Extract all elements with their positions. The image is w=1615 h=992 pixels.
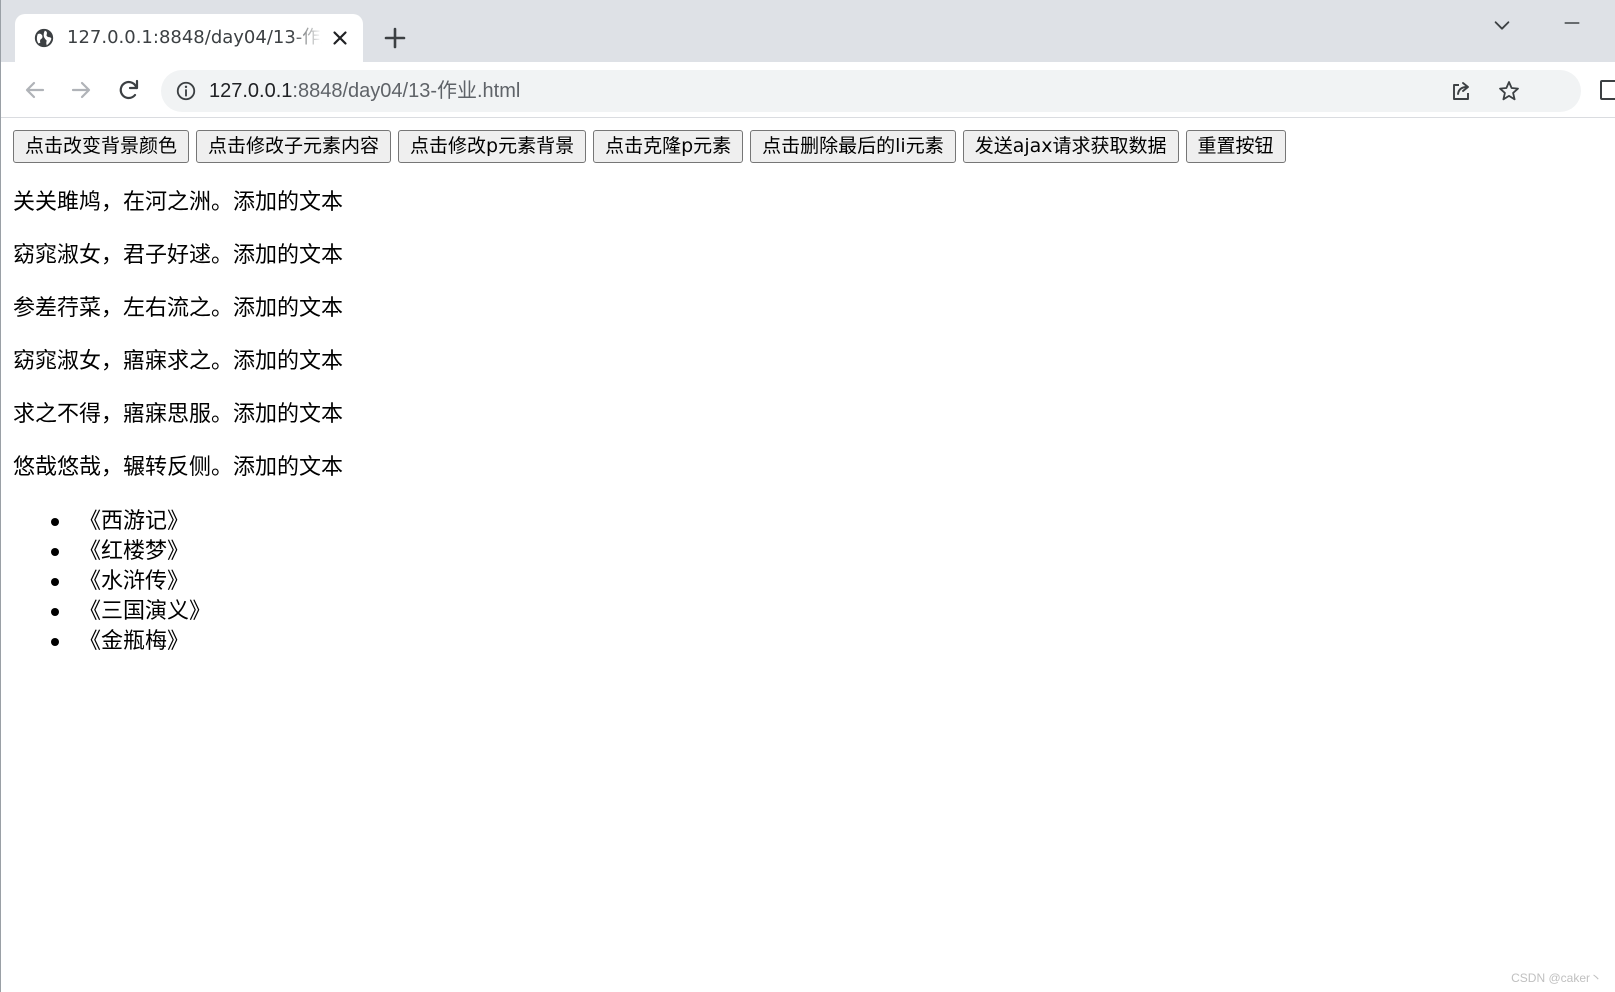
poem-line: 求之不得，寤寐思服。添加的文本 bbox=[13, 402, 344, 427]
poem-line: 窈窕淑女，寤寐求之。添加的文本 bbox=[13, 349, 344, 374]
tab-strip: 127.0.0.1:8848/day04/13-作业.html bbox=[1, 0, 1615, 62]
chevron-down-icon[interactable] bbox=[1491, 14, 1513, 36]
minimize-icon[interactable] bbox=[1561, 12, 1583, 34]
info-icon[interactable] bbox=[175, 80, 197, 102]
browser-toolbar: 127.0.0.1:8848/day04/13-作业.html bbox=[1, 62, 1615, 118]
arrow-left-icon[interactable] bbox=[21, 76, 49, 104]
poem-line: 关关雎鸠，在河之洲。添加的文本 bbox=[13, 190, 344, 215]
modify-p-background-button[interactable]: 点击修改p元素背景 bbox=[398, 130, 587, 163]
bullet-icon bbox=[51, 608, 59, 616]
arrow-right-icon[interactable] bbox=[67, 76, 95, 104]
list-item: 《西游记》 bbox=[51, 507, 1604, 537]
list-item: 《红楼梦》 bbox=[51, 537, 1604, 567]
globe-icon bbox=[34, 28, 54, 48]
book-title: 《金瓶梅》 bbox=[79, 629, 190, 654]
poem-line: 悠哉悠哉，辗转反侧。添加的文本 bbox=[13, 455, 344, 480]
reset-button[interactable]: 重置按钮 bbox=[1185, 130, 1286, 163]
bullet-icon bbox=[51, 518, 59, 526]
reload-icon[interactable] bbox=[115, 76, 143, 104]
share-icon[interactable] bbox=[1449, 79, 1473, 103]
book-title: 《西游记》 bbox=[79, 509, 190, 534]
url-path: :8848/day04/13-作业.html bbox=[292, 80, 521, 102]
poem-line: 窈窕淑女，君子好逑。添加的文本 bbox=[13, 243, 344, 268]
list-item: 《水浒传》 bbox=[51, 567, 1604, 597]
close-icon[interactable] bbox=[329, 27, 351, 49]
book-title: 《三国演义》 bbox=[79, 599, 212, 624]
side-panel-icon[interactable] bbox=[1599, 78, 1615, 102]
list-item: 《金瓶梅》 bbox=[51, 627, 1604, 657]
page-content: 点击改变背景颜色 点击修改子元素内容 点击修改p元素背景 点击克隆p元素 点击删… bbox=[1, 118, 1615, 992]
browser-tab[interactable]: 127.0.0.1:8848/day04/13-作业.html bbox=[15, 14, 363, 62]
address-bar[interactable]: 127.0.0.1:8848/day04/13-作业.html bbox=[161, 70, 1581, 112]
bullet-icon bbox=[51, 548, 59, 556]
plus-icon[interactable] bbox=[381, 24, 409, 52]
button-row: 点击改变背景颜色 点击修改子元素内容 点击修改p元素背景 点击克隆p元素 点击删… bbox=[13, 130, 1604, 163]
list-item: 《三国演义》 bbox=[51, 597, 1604, 627]
url-host: 127.0.0.1 bbox=[209, 80, 293, 102]
book-title: 《水浒传》 bbox=[79, 569, 190, 594]
book-list: 《西游记》 《红楼梦》 《水浒传》 《三国演义》 《金瓶梅》 bbox=[13, 507, 1604, 657]
watermark: CSDN @caker丶 bbox=[1511, 971, 1602, 985]
poem-line: 参差荇菜，左右流之。添加的文本 bbox=[13, 296, 344, 321]
browser-window: 127.0.0.1:8848/day04/13-作业.html bbox=[0, 0, 1615, 992]
bullet-icon bbox=[51, 578, 59, 586]
url-text[interactable]: 127.0.0.1:8848/day04/13-作业.html bbox=[209, 79, 520, 103]
delete-last-li-button[interactable]: 点击删除最后的li元素 bbox=[750, 130, 956, 163]
star-icon[interactable] bbox=[1497, 79, 1521, 103]
book-title: 《红楼梦》 bbox=[79, 539, 190, 564]
ajax-request-button[interactable]: 发送ajax请求获取数据 bbox=[962, 130, 1179, 163]
change-background-button[interactable]: 点击改变背景颜色 bbox=[13, 130, 190, 163]
clone-p-button[interactable]: 点击克隆p元素 bbox=[593, 130, 744, 163]
bullet-icon bbox=[51, 638, 59, 646]
tab-title: 127.0.0.1:8848/day04/13-作业.html bbox=[67, 27, 322, 48]
poem-paragraphs: 关关雎鸠，在河之洲。添加的文本 窈窕淑女，君子好逑。添加的文本 参差荇菜，左右流… bbox=[13, 190, 1604, 481]
modify-children-button[interactable]: 点击修改子元素内容 bbox=[196, 130, 392, 163]
